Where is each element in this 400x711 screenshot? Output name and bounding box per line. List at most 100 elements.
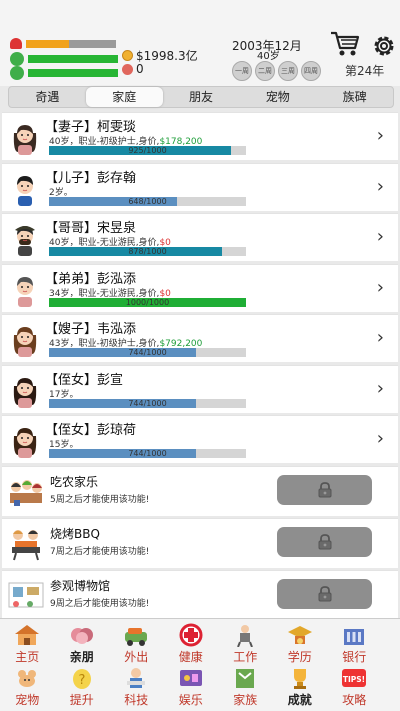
nav-education[interactable]: 学历: [273, 623, 328, 665]
relationship-bar: 744/1000: [49, 449, 246, 458]
tab-adventure[interactable]: 奇遇: [9, 87, 86, 107]
shopping-cart-icon[interactable]: [330, 30, 360, 58]
family-member-row[interactable]: 【侄女】彭琼荷 15岁。 744/1000 ›: [2, 415, 398, 463]
avatar: [8, 271, 42, 307]
activity-cooldown: 7周之后才能使用该功能!: [50, 546, 150, 557]
avatar: [8, 321, 42, 357]
nav-work[interactable]: 工作: [218, 623, 273, 665]
activity-row: 参观博物馆 9周之后才能使用该功能!: [2, 569, 398, 620]
relationship-bar: 925/1000: [49, 146, 246, 155]
member-name: 【侄女】彭宣: [45, 372, 124, 388]
lock-icon: [318, 533, 331, 549]
nav-bank[interactable]: 银行: [327, 623, 382, 665]
activity-picture: [6, 577, 46, 613]
technology-icon: [127, 668, 146, 688]
member-name: 【嫂子】韦泓添: [45, 322, 137, 337]
relationship-bar: 648/1000: [49, 196, 246, 206]
locked-activity-button[interactable]: [277, 474, 372, 505]
upgrade-icon: ?: [72, 669, 91, 689]
week-1: 一周: [232, 61, 252, 81]
nav-pet[interactable]: 宠物: [0, 666, 55, 708]
avatar: [8, 422, 42, 458]
relationship-value: 744/1000: [128, 398, 167, 408]
activity-picture: [6, 525, 46, 561]
outing-icon: [125, 628, 148, 646]
chevron-right-icon[interactable]: ›: [377, 428, 384, 449]
relationship-value: 744/1000: [128, 348, 167, 357]
entertainment-icon: [179, 670, 202, 686]
nav-home[interactable]: 主页: [0, 623, 55, 665]
relationship-value: 648/1000: [128, 196, 167, 206]
health-bar: [10, 38, 116, 49]
tab-clan-monument[interactable]: 族碑: [316, 87, 393, 107]
health-icon: [179, 623, 203, 647]
nav-label: 家族: [233, 693, 258, 707]
nav-label: 主页: [15, 650, 40, 664]
nav-achievement[interactable]: 成就: [273, 666, 328, 708]
avatar: [8, 372, 42, 408]
nav-label: 攻略: [342, 693, 367, 707]
lock-icon: [318, 481, 331, 497]
clan-icon: [236, 669, 255, 688]
family-member-row[interactable]: 【侄女】彭宣 17岁。 744/1000 ›: [2, 364, 398, 413]
member-name: 【哥哥】宋昱泉: [45, 221, 137, 236]
year-label: 第24年: [345, 64, 385, 78]
relationship-bar: 878/1000: [49, 247, 246, 256]
avatar: [8, 220, 42, 256]
tab-friends[interactable]: 朋友: [163, 87, 240, 107]
svg-text:?: ?: [78, 673, 85, 688]
family-member-row[interactable]: 【嫂子】韦泓添 43岁，职业-初级护士,身价,$792,200 744/1000 ›: [2, 314, 398, 362]
week-indicator: 一周 二周 三周 四周: [232, 61, 321, 81]
nav-upgrade[interactable]: ? 提升: [55, 666, 110, 708]
nav-technology[interactable]: 科技: [109, 666, 164, 708]
chevron-right-icon[interactable]: ›: [377, 226, 384, 247]
relationship-value: 925/1000: [128, 146, 167, 155]
activity-title: 参观博物馆: [50, 578, 111, 593]
tab-pets[interactable]: 宠物: [239, 87, 316, 107]
nav-label: 科技: [124, 693, 149, 707]
family-member-row[interactable]: 【弟弟】彭泓添 34岁，职业-无业游民,身价,$0 1000/1000 ›: [2, 263, 398, 312]
home-icon: [15, 625, 40, 645]
family-member-row[interactable]: 【妻子】柯雯琰 40岁，职业-初级护士,身价,$178,200 925/1000 ›: [2, 112, 398, 160]
category-tabs: 奇遇 家庭 朋友 宠物 族碑: [8, 86, 394, 108]
locked-activity-button[interactable]: [277, 526, 372, 557]
avatar: [8, 119, 42, 155]
nav-clan[interactable]: 家族: [218, 666, 273, 708]
nav-label: 学历: [287, 650, 312, 664]
member-name: 【妻子】柯雯琰: [45, 120, 137, 135]
family-member-row[interactable]: 【哥哥】宋昱泉 40岁，职业-无业游民,身价,$0 878/1000 ›: [2, 213, 398, 261]
gem-icon: [122, 63, 133, 75]
status-header: $1998.3亿 0 2003年12月 40岁 一周 二周 三周 四周 第24年: [0, 0, 400, 86]
member-name: 【儿子】彭存翰: [45, 170, 137, 186]
bank-icon: [344, 629, 365, 645]
nav-entertainment[interactable]: 娱乐: [164, 666, 219, 708]
nav-family-friends[interactable]: 亲朋: [55, 623, 110, 665]
gem-display: 0: [122, 62, 144, 76]
chevron-right-icon[interactable]: ›: [377, 327, 384, 348]
nav-label: 宠物: [15, 693, 40, 707]
activity-picture: [6, 473, 46, 509]
tab-family[interactable]: 家庭: [85, 87, 163, 107]
week-2: 二周: [255, 61, 275, 81]
mood-bar: [10, 52, 118, 66]
settings-gear-icon[interactable]: [371, 33, 397, 59]
chevron-right-icon[interactable]: ›: [377, 378, 384, 399]
nav-label: 银行: [342, 650, 367, 664]
chevron-right-icon[interactable]: ›: [377, 125, 384, 146]
chevron-right-icon[interactable]: ›: [377, 277, 384, 298]
svg-text:TIPS!: TIPS!: [343, 675, 365, 684]
relationship-value: 744/1000: [128, 449, 167, 458]
family-member-row[interactable]: 【儿子】彭存翰 2岁。 648/1000 ›: [2, 162, 398, 211]
relationship-bar: 744/1000: [49, 398, 246, 408]
nav-health[interactable]: 健康: [164, 623, 219, 665]
avatar: [8, 170, 42, 206]
activity-title: 烧烤BBQ: [50, 526, 100, 541]
locked-activity-button[interactable]: [277, 578, 372, 609]
nav-guide-tips[interactable]: TIPS! 攻略: [327, 666, 382, 708]
activity-cooldown: 5周之后才能使用该功能!: [50, 494, 150, 505]
chevron-right-icon[interactable]: ›: [377, 176, 384, 197]
money-value: $1998.3亿: [136, 49, 198, 63]
nav-label: 提升: [69, 693, 94, 707]
coin-icon: [122, 50, 133, 61]
nav-outing[interactable]: 外出: [109, 623, 164, 665]
